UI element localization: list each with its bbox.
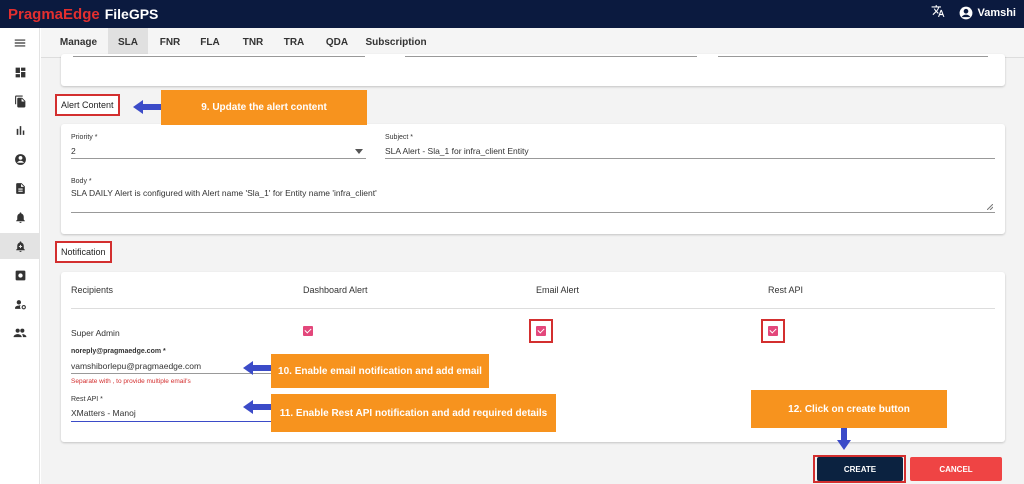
tab-subscription[interactable]: Subscription (361, 28, 431, 57)
top-app-bar: PragmaEdge FileGPS Vamshi (0, 0, 1024, 28)
email-field-label: noreply@pragmaedge.com * (71, 348, 166, 355)
tab-qda[interactable]: QDA (317, 28, 357, 57)
alert-content-card: Priority * 2 Subject * SLA Alert - Sla_1… (61, 124, 1005, 234)
annotation-12: 12. Click on create button (751, 390, 947, 428)
dashboard-alert-checkbox[interactable] (303, 326, 313, 336)
bell-icon[interactable] (0, 204, 40, 230)
account-circle-icon (960, 6, 973, 19)
account-icon[interactable] (0, 146, 40, 172)
tab-tra[interactable]: TRA (275, 28, 313, 57)
body-textarea[interactable]: SLA DAILY Alert is configured with Alert… (71, 188, 377, 198)
user-name: Vamshi (977, 6, 1016, 19)
resize-handle-icon[interactable] (987, 204, 993, 210)
subject-label: Subject * (385, 134, 414, 141)
arrow-9 (143, 104, 163, 110)
rest-checkbox-highlight (761, 319, 785, 343)
priority-select[interactable]: 2 (71, 146, 76, 156)
annotation-10: 10. Enable email notification and add em… (271, 354, 489, 388)
tab-tnr[interactable]: TNR (233, 28, 273, 57)
annotation-9: 9. Update the alert content (161, 90, 367, 125)
column-header-email-alert: Email Alert (536, 285, 580, 295)
user-menu[interactable]: Vamshi (959, 6, 1016, 20)
main-content: Alert Content Priority * 2 Subject * SLA… (41, 54, 1024, 484)
email-checkbox-highlight (529, 319, 553, 343)
user-settings-icon[interactable] (0, 291, 40, 317)
previous-section-card (61, 54, 1005, 86)
dashboard-icon[interactable] (0, 59, 40, 85)
tab-sla[interactable]: SLA (108, 28, 148, 57)
recipient-super-admin: Super Admin (71, 328, 120, 338)
sidebar (0, 28, 40, 484)
priority-label: Priority * (71, 134, 98, 141)
rest-api-field-label: Rest API * (71, 396, 103, 403)
product-name: FileGPS (104, 6, 159, 22)
arrow-10 (253, 365, 273, 371)
column-header-rest-api: Rest API (768, 285, 804, 295)
cancel-button[interactable]: CANCEL (910, 457, 1002, 481)
column-header-recipients: Recipients (71, 285, 114, 295)
body-label: Body * (71, 178, 92, 185)
email-input[interactable]: vamshiborlepu@pragmaedge.com (71, 361, 201, 371)
alert-content-title: Alert Content (55, 94, 120, 116)
arrow-11 (253, 404, 273, 410)
menu-icon[interactable] (0, 30, 40, 56)
column-header-dashboard-alert: Dashboard Alert (303, 285, 368, 295)
annotation-11: 11. Enable Rest API notification and add… (271, 394, 556, 432)
tab-fla[interactable]: FLA (192, 28, 228, 57)
document-icon[interactable] (0, 175, 40, 201)
group-icon[interactable] (0, 320, 40, 346)
tab-manage[interactable]: Manage (51, 28, 106, 57)
settings-box-icon[interactable] (0, 262, 40, 288)
chevron-down-icon[interactable] (355, 149, 363, 154)
translate-icon[interactable] (931, 4, 945, 21)
tab-fnr[interactable]: FNR (151, 28, 189, 57)
subject-input[interactable]: SLA Alert - Sla_1 for infra_client Entit… (385, 146, 529, 156)
create-button[interactable]: CREATE (817, 457, 903, 481)
rest-api-input[interactable]: XMatters - Manoj (71, 408, 136, 418)
alert-add-icon[interactable] (0, 233, 40, 259)
email-helper-text: Separate with , to provide multiple emai… (71, 378, 191, 385)
brand-logo: PragmaEdge (8, 5, 100, 23)
notification-title: Notification (55, 241, 112, 263)
files-icon[interactable] (0, 88, 40, 114)
bar-chart-icon[interactable] (0, 117, 40, 143)
